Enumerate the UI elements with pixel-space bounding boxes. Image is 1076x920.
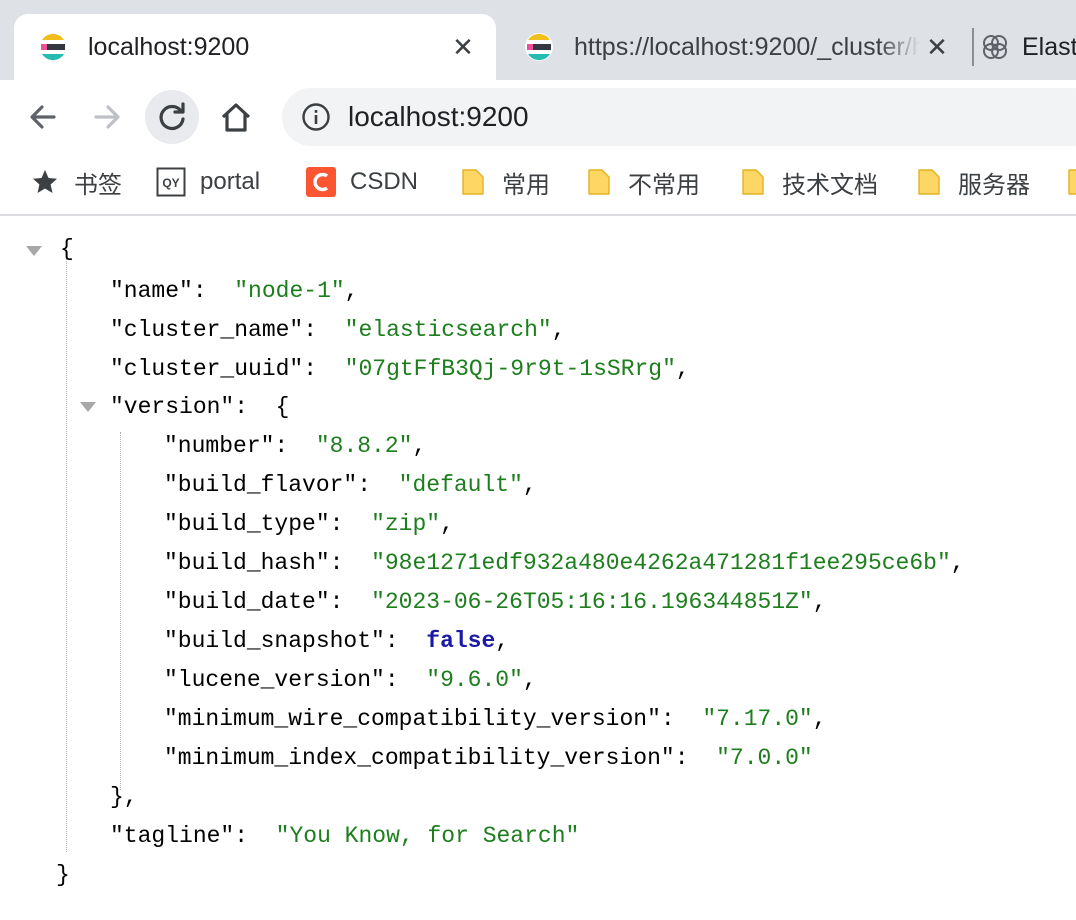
bookmark-folder-overflow[interactable] bbox=[1064, 152, 1076, 212]
folder-icon bbox=[462, 169, 484, 195]
bookmark-folder-tech-docs[interactable]: 技术文档 bbox=[738, 152, 878, 212]
json-key: "cluster_uuid" bbox=[110, 356, 304, 382]
tab-elastic[interactable]: Elastic bbox=[980, 14, 1076, 80]
reload-icon bbox=[159, 102, 185, 131]
home-button[interactable] bbox=[209, 90, 263, 144]
bookmark-item-csdn[interactable]: CSDN bbox=[306, 152, 418, 212]
json-line-number: "number": "8.8.2", bbox=[164, 433, 427, 459]
json-string-value: "elasticsearch" bbox=[344, 317, 552, 343]
bookmark-label: 技术文档 bbox=[782, 171, 878, 199]
bookmarks-bar: 书签 QY portal CSDN 常用 不常用 技术文档 服务器 bbox=[0, 152, 1076, 216]
json-line-build-hash: "build_hash": "98e1271edf932a480e4262a47… bbox=[164, 550, 965, 576]
json-line-min-index-version: "minimum_index_compatibility_version": "… bbox=[164, 745, 813, 771]
elasticsearch-icon bbox=[525, 33, 553, 61]
json-boolean-value: false bbox=[426, 628, 496, 654]
bookmark-label: 常用 bbox=[502, 171, 550, 199]
json-line-build-snapshot: "build_snapshot": false, bbox=[164, 628, 510, 654]
bookmark-folder-uncommon[interactable]: 不常用 bbox=[584, 152, 700, 212]
tab-localhost[interactable]: localhost:9200 ✕ bbox=[14, 14, 496, 80]
info-icon[interactable] bbox=[300, 101, 332, 133]
json-string-value: "7.0.0" bbox=[716, 745, 813, 771]
star-icon bbox=[33, 170, 57, 193]
indent-guide bbox=[120, 432, 121, 790]
json-key: "build_type" bbox=[164, 511, 330, 537]
tab-title: localhost:9200 bbox=[88, 32, 250, 61]
json-key: "build_flavor" bbox=[164, 472, 358, 498]
extension-icon bbox=[983, 35, 1007, 59]
json-line-name: "name": "node-1", bbox=[110, 278, 359, 304]
bookmark-label: CSDN bbox=[350, 168, 419, 195]
tab-title: https://localhost:9200/_cluster/health bbox=[574, 32, 920, 61]
bookmark-label: 不常用 bbox=[628, 171, 700, 199]
bookmark-folder-servers[interactable]: 服务器 bbox=[914, 152, 1030, 212]
json-key: "build_date" bbox=[164, 589, 330, 615]
close-tab-icon[interactable]: ✕ bbox=[446, 32, 480, 63]
json-line-min-wire-version: "minimum_wire_compatibility_version": "7… bbox=[164, 706, 827, 732]
bookmark-label: portal bbox=[200, 168, 261, 195]
json-viewer: { "name": "node-1", "cluster_name": "ela… bbox=[0, 216, 1076, 920]
json-string-value: "zip" bbox=[371, 511, 441, 537]
svg-text:QY: QY bbox=[162, 176, 179, 190]
json-string-value: "node-1" bbox=[234, 278, 345, 304]
reload-button[interactable] bbox=[145, 90, 199, 144]
indent-guide bbox=[66, 258, 67, 852]
forward-button[interactable] bbox=[80, 90, 134, 144]
csdn-icon bbox=[306, 167, 336, 197]
json-string-value: "8.8.2" bbox=[315, 433, 413, 459]
bookmark-label: 书签 bbox=[74, 171, 122, 199]
json-line-build-type: "build_type": "zip", bbox=[164, 511, 454, 537]
json-key: "build_hash" bbox=[164, 550, 330, 576]
close-tab-icon[interactable]: ✕ bbox=[920, 32, 954, 63]
json-key: "minimum_wire_compatibility_version" bbox=[164, 706, 661, 732]
tab-separator bbox=[972, 28, 974, 66]
json-key: "cluster_name" bbox=[110, 317, 304, 343]
bookmark-folder-common[interactable]: 常用 bbox=[458, 152, 550, 212]
folder-icon bbox=[918, 169, 940, 195]
tab-strip: localhost:9200 ✕ https://localhost:9200/… bbox=[0, 0, 1076, 80]
json-key: "version" bbox=[110, 394, 235, 420]
tab-cluster-health[interactable]: https://localhost:9200/_cluster/health ✕ bbox=[500, 14, 970, 80]
json-key: "tagline" bbox=[110, 823, 235, 849]
json-string-value: "7.17.0" bbox=[702, 706, 813, 732]
json-string-value: "default" bbox=[398, 472, 523, 498]
bookmark-label: 服务器 bbox=[958, 171, 1030, 199]
arrow-left-icon bbox=[30, 105, 56, 129]
json-string-value: "2023-06-26T05:16:16.196344851Z" bbox=[371, 589, 813, 615]
folder-icon bbox=[742, 169, 764, 195]
json-line-cluster-name: "cluster_name": "elasticsearch", bbox=[110, 317, 566, 343]
json-key: "name" bbox=[110, 278, 193, 304]
url-text: localhost:9200 bbox=[348, 101, 529, 132]
json-key: "lucene_version" bbox=[164, 667, 385, 693]
folder-icon bbox=[1068, 169, 1076, 195]
json-version-close: }, bbox=[110, 784, 138, 810]
json-line-version: "version": { bbox=[110, 394, 290, 420]
qy-icon: QY bbox=[156, 167, 186, 197]
back-button[interactable] bbox=[16, 90, 70, 144]
toolbar: localhost:9200 bbox=[0, 80, 1076, 152]
json-key: "minimum_index_compatibility_version" bbox=[164, 745, 675, 771]
json-string-value: "98e1271edf932a480e4262a471281f1ee295ce6… bbox=[371, 550, 951, 576]
collapse-version-toggle[interactable] bbox=[80, 402, 96, 412]
json-string-value: "You Know, for Search" bbox=[275, 823, 580, 849]
json-open-brace: { bbox=[60, 236, 74, 262]
collapse-root-toggle[interactable] bbox=[26, 246, 42, 256]
json-line-lucene-version: "lucene_version": "9.6.0", bbox=[164, 667, 537, 693]
folder-icon bbox=[588, 169, 610, 195]
arrow-right-icon bbox=[94, 105, 120, 129]
json-line-build-date: "build_date": "2023-06-26T05:16:16.19634… bbox=[164, 589, 827, 615]
json-key: "build_snapshot" bbox=[164, 628, 385, 654]
json-line-cluster-uuid: "cluster_uuid": "07gtFfB3Qj-9r9t-1sSRrg"… bbox=[110, 356, 690, 382]
bookmark-item-portal[interactable]: QY portal bbox=[156, 152, 260, 212]
address-bar[interactable]: localhost:9200 bbox=[282, 88, 1076, 146]
tab-title: Elastic bbox=[1022, 32, 1076, 61]
json-line-build-flavor: "build_flavor": "default", bbox=[164, 472, 537, 498]
json-close-brace: } bbox=[56, 862, 70, 888]
home-icon bbox=[221, 103, 251, 132]
bookmark-item-bookmarks[interactable]: 书签 bbox=[30, 152, 122, 212]
json-string-value: "07gtFfB3Qj-9r9t-1sSRrg" bbox=[344, 356, 676, 382]
json-string-value: "9.6.0" bbox=[426, 667, 523, 693]
elasticsearch-icon bbox=[39, 33, 67, 61]
json-line-tagline: "tagline": "You Know, for Search" bbox=[110, 823, 580, 849]
json-key: "number" bbox=[164, 433, 275, 459]
